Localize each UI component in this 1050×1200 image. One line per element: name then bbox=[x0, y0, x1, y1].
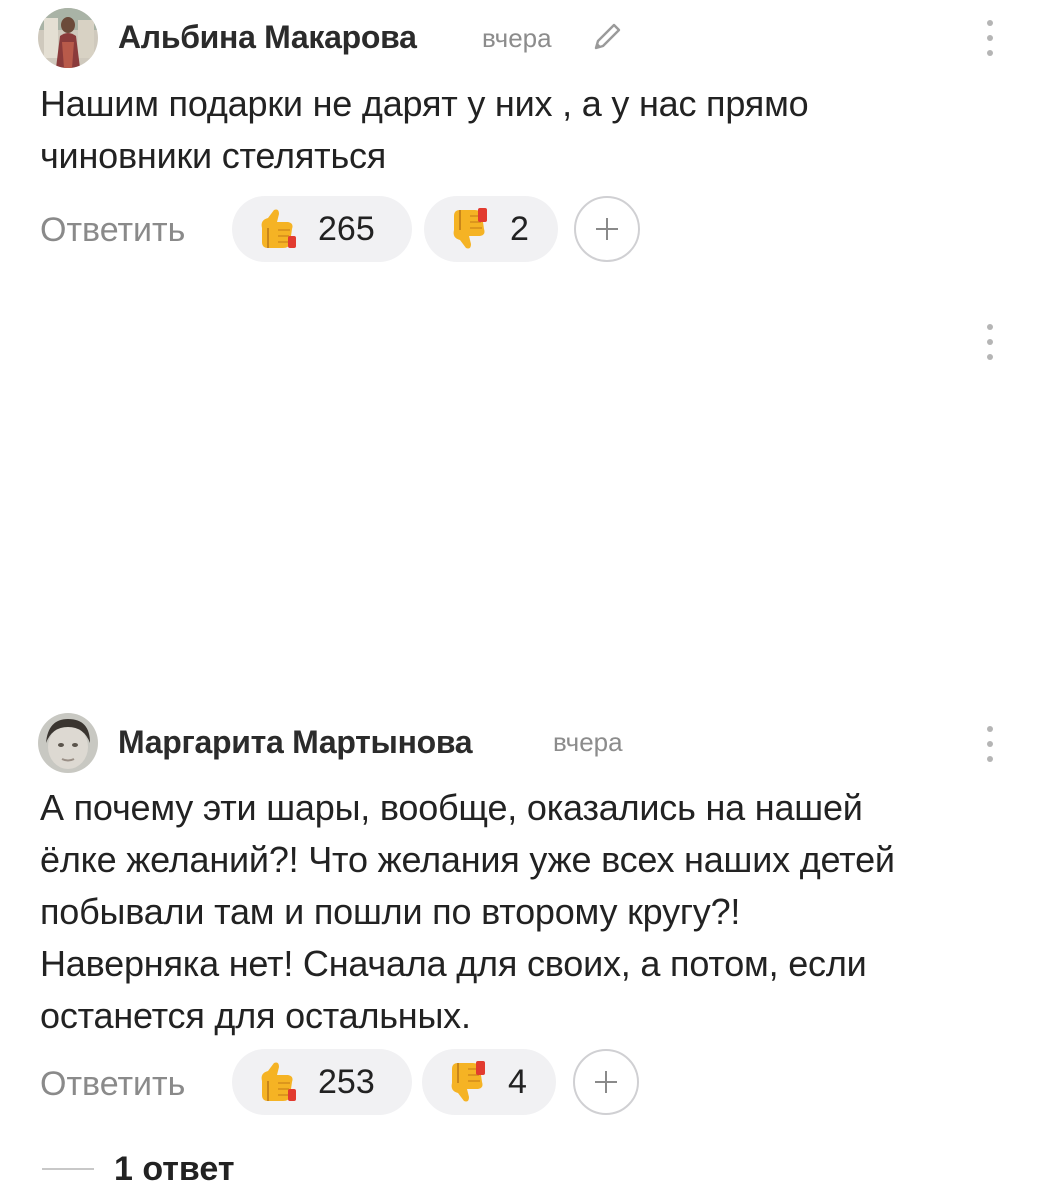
more-vertical-icon[interactable] bbox=[980, 322, 1000, 362]
comment-text: А почему эти шары, вообще, оказались на … bbox=[40, 782, 1000, 1042]
plus-icon bbox=[596, 218, 618, 240]
show-replies-button[interactable]: 1 ответ bbox=[114, 1150, 235, 1189]
like-button[interactable]: 265 bbox=[232, 196, 412, 262]
more-vertical-icon[interactable] bbox=[980, 724, 1000, 764]
pencil-icon bbox=[590, 20, 624, 54]
add-reaction-button[interactable] bbox=[574, 196, 640, 262]
author-name[interactable]: Маргарита Мартынова bbox=[118, 724, 473, 761]
comment-text-line: останется для остальных. bbox=[40, 995, 471, 1036]
author-name[interactable]: Альбина Макарова bbox=[118, 19, 417, 56]
comment-text-line: А почему эти шары, вообще, оказались на … bbox=[40, 787, 863, 828]
like-count: 253 bbox=[318, 1062, 375, 1101]
avatar[interactable] bbox=[38, 8, 98, 68]
dislike-count: 2 bbox=[510, 209, 529, 248]
plus-icon bbox=[595, 1071, 617, 1093]
thumbs-up-icon bbox=[261, 1062, 296, 1101]
dislike-button[interactable]: 4 bbox=[422, 1049, 556, 1115]
comment-time: вчера bbox=[553, 727, 623, 757]
comment-text-line: чиновники стеляться bbox=[40, 135, 387, 176]
thumbs-down-icon bbox=[451, 1061, 485, 1102]
dislike-count: 4 bbox=[508, 1062, 527, 1101]
thumbs-up-icon bbox=[261, 209, 296, 248]
comment-text-line: побывали там и пошли по второму кругу?! bbox=[40, 891, 741, 932]
avatar[interactable] bbox=[38, 713, 98, 773]
dislike-button[interactable]: 2 bbox=[424, 196, 558, 262]
add-reaction-button[interactable] bbox=[573, 1049, 639, 1115]
reply-button[interactable]: Ответить bbox=[40, 211, 185, 250]
comment-text-line: Наверняка нет! Сначала для своих, а пото… bbox=[40, 943, 867, 984]
comment-text-line: ёлке желаний?! Что желания уже всех наши… bbox=[40, 839, 895, 880]
thumbs-down-icon bbox=[453, 208, 487, 249]
comment-time: вчера bbox=[482, 23, 552, 53]
like-button[interactable]: 253 bbox=[232, 1049, 412, 1115]
reply-button[interactable]: Ответить bbox=[40, 1065, 185, 1104]
replies-divider bbox=[42, 1168, 94, 1170]
more-vertical-icon[interactable] bbox=[980, 18, 1000, 58]
comment-text-line: Нашим подарки не дарят у них , а у нас п… bbox=[40, 83, 809, 124]
like-count: 265 bbox=[318, 209, 375, 248]
comment-text: Нашим подарки не дарят у них , а у нас п… bbox=[40, 78, 1000, 182]
